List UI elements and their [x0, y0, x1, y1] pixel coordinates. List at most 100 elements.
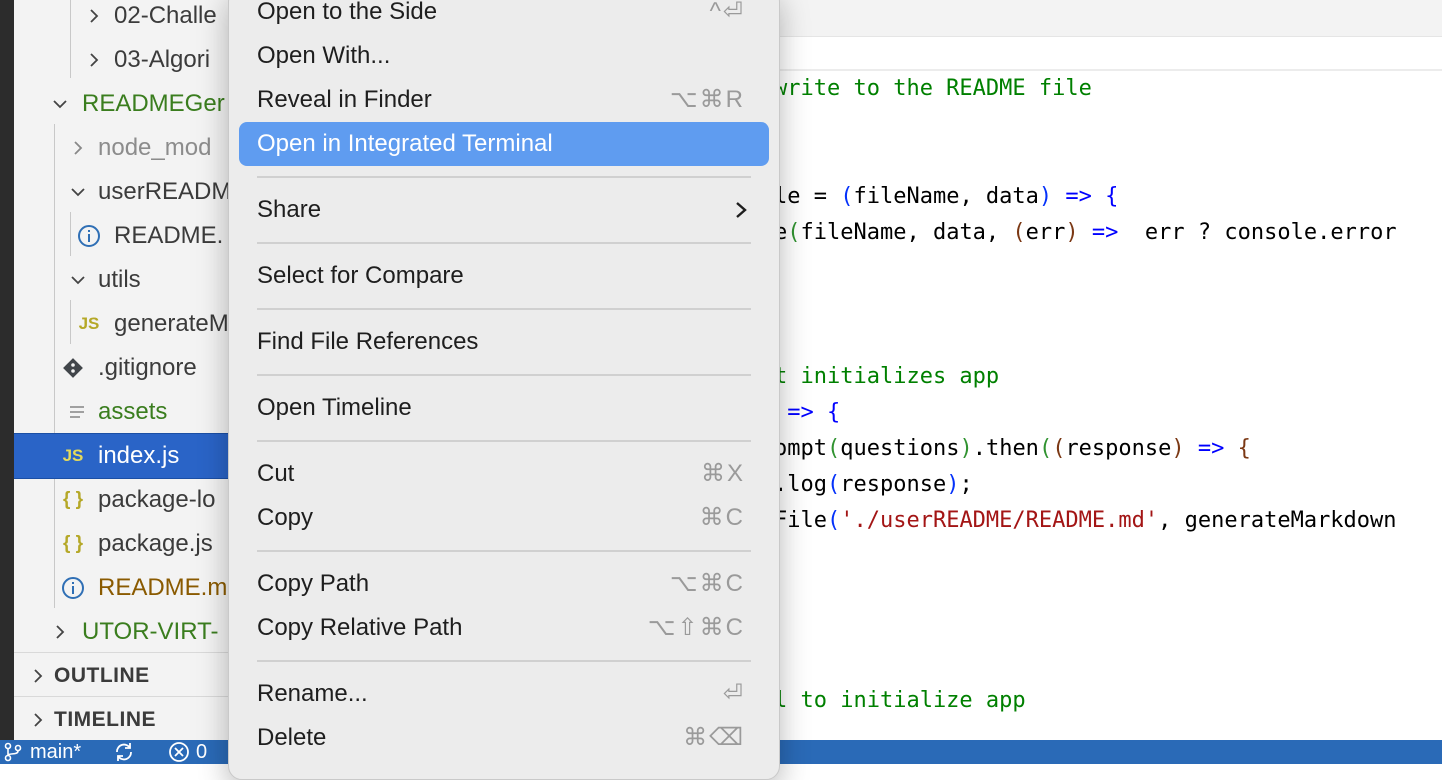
timeline-section-header[interactable]: TIMELINE: [14, 698, 246, 740]
menu-item-label: Share: [257, 196, 322, 223]
menu-separator: [257, 660, 751, 662]
tree-folder-readmegenerator[interactable]: READMEGer: [14, 82, 246, 126]
menu-separator: [257, 242, 751, 244]
menu-item-cut[interactable]: Cut ⌘X: [239, 452, 769, 496]
code-line: l to initialize app: [774, 688, 1026, 713]
menu-item-rename[interactable]: Rename... ⏎: [239, 672, 769, 716]
explorer-sidebar: 02-Challe 03-Algori READMEGer node_mod u…: [14, 0, 246, 740]
chevron-right-icon: [736, 202, 747, 218]
tree-item-label: 02-Challe: [114, 2, 217, 29]
menu-item-share[interactable]: Share: [239, 188, 769, 232]
error-count: 0: [196, 741, 208, 763]
chevron-right-icon: [84, 38, 104, 82]
tree-item-label: READMEGer: [82, 90, 225, 117]
tree-folder-node-modules[interactable]: node_mod: [14, 126, 246, 170]
chevron-down-icon: [68, 258, 88, 302]
tree-file-readme-user[interactable]: README.: [14, 214, 246, 258]
menu-separator: [257, 550, 751, 552]
tree-item-label: index.js: [98, 442, 180, 469]
code-line: t initializes app: [774, 364, 1000, 389]
section-divider: [14, 652, 246, 653]
menu-item-select-for-compare[interactable]: Select for Compare: [239, 254, 769, 298]
menu-item-label: Reveal in Finder: [257, 86, 432, 113]
menu-item-copy-relative-path[interactable]: Copy Relative Path ⌥⇧⌘C: [239, 606, 769, 650]
problems-indicator[interactable]: 0: [168, 740, 207, 764]
menu-separator: [257, 176, 751, 178]
tree-file-readme[interactable]: README.m: [14, 566, 246, 610]
branch-indicator[interactable]: main*: [2, 740, 81, 764]
tree-file-package-lock[interactable]: { } package-lo: [14, 478, 246, 522]
menu-item-shortcut: ⏎: [722, 680, 745, 707]
menu-separator: [257, 374, 751, 376]
menu-item-copy[interactable]: Copy ⌘C: [239, 496, 769, 540]
menu-item-shortcut: ⌘C: [699, 504, 745, 531]
tree-item-label: 03-Algori: [114, 46, 211, 73]
chevron-right-icon: [28, 698, 48, 740]
menu-item-open-with[interactable]: Open With...: [239, 34, 769, 78]
tree-item-label: UTOR-VIRT-: [82, 618, 219, 645]
branch-name: main*: [30, 741, 82, 763]
menu-item-shortcut: ⌘⌫: [683, 724, 745, 751]
menu-item-label: Delete: [257, 724, 327, 751]
tree-folder-03-algorithms[interactable]: 03-Algori: [14, 38, 246, 82]
menu-item-label: Open to the Side: [257, 0, 438, 25]
outline-section-header[interactable]: OUTLINE: [14, 654, 246, 698]
menu-item-open-in-integrated-terminal[interactable]: Open in Integrated Terminal: [239, 122, 769, 166]
menu-item-shortcut: ⌥⌘C: [670, 570, 745, 597]
code-line: le = (fileName, data) => {: [774, 184, 1119, 209]
error-icon: [169, 742, 189, 762]
tree-item-label: userREADM: [98, 178, 232, 205]
tree-item-label: package.js: [98, 530, 213, 557]
menu-item-label: Open in Integrated Terminal: [257, 130, 553, 157]
tree-file-assets[interactable]: assets: [14, 390, 246, 434]
tree-folder-userreadme[interactable]: userREADM: [14, 170, 246, 214]
chevron-right-icon: [68, 126, 88, 170]
menu-item-shortcut: ⌥⇧⌘C: [647, 614, 745, 641]
git-icon: [60, 346, 86, 390]
tree-item-label: node_mod: [98, 134, 212, 161]
menu-item-open-timeline[interactable]: Open Timeline: [239, 386, 769, 430]
js-icon: JS: [62, 446, 84, 465]
menu-item-find-file-references[interactable]: Find File References: [239, 320, 769, 364]
menu-separator: [257, 308, 751, 310]
tree-folder-utils[interactable]: utils: [14, 258, 246, 302]
menu-item-shortcut: ⌘X: [700, 460, 745, 487]
chevron-right-icon: [28, 654, 48, 698]
sync-icon: [116, 743, 132, 761]
tree-file-index-js[interactable]: JS index.js: [14, 433, 246, 479]
section-divider: [14, 696, 246, 697]
menu-item-label: Open Timeline: [257, 394, 412, 421]
code-line: ompt(questions).then((response) => {: [774, 436, 1251, 461]
chevron-down-icon: [68, 170, 88, 214]
lines-icon: [64, 390, 90, 434]
menu-item-delete[interactable]: Delete ⌘⌫: [239, 716, 769, 760]
json-icon: { }: [62, 489, 84, 510]
section-label: OUTLINE: [54, 664, 150, 687]
git-branch-icon: [4, 742, 22, 762]
js-icon: JS: [78, 314, 100, 333]
tree-item-label: .gitignore: [98, 354, 197, 381]
tree-file-gitignore[interactable]: .gitignore: [14, 346, 246, 390]
menu-item-label: Copy Path: [257, 570, 370, 597]
tree-item-label: README.: [114, 222, 224, 249]
code-line: e(fileName, data, (err) => err ? console…: [774, 220, 1397, 245]
sync-button[interactable]: [112, 740, 136, 764]
menu-item-label: Open With...: [257, 42, 391, 69]
tree-item-label: assets: [98, 398, 168, 425]
menu-separator: [257, 440, 751, 442]
chevron-right-icon: [50, 610, 70, 654]
menu-item-shortcut: ^⏎: [709, 0, 745, 25]
menu-item-open-to-side[interactable]: Open to the Side ^⏎: [239, 0, 769, 34]
context-menu: Open to the Side ^⏎ Open With... Reveal …: [228, 0, 780, 780]
info-icon: [60, 566, 86, 610]
menu-item-shortcut: ⌥⌘R: [670, 86, 745, 113]
menu-item-label: Select for Compare: [257, 262, 464, 289]
tree-item-label: README.m: [98, 574, 228, 601]
tree-folder-02-challenges[interactable]: 02-Challe: [14, 0, 246, 38]
tree-folder-utor-virt[interactable]: UTOR-VIRT-: [14, 610, 246, 654]
tree-file-package-json[interactable]: { } package.js: [14, 522, 246, 566]
tree-file-generatemarkdown[interactable]: JS generateM: [14, 302, 246, 346]
menu-item-copy-path[interactable]: Copy Path ⌥⌘C: [239, 562, 769, 606]
menu-item-reveal-in-finder[interactable]: Reveal in Finder ⌥⌘R: [239, 78, 769, 122]
code-line: write to the README file: [774, 76, 1092, 101]
